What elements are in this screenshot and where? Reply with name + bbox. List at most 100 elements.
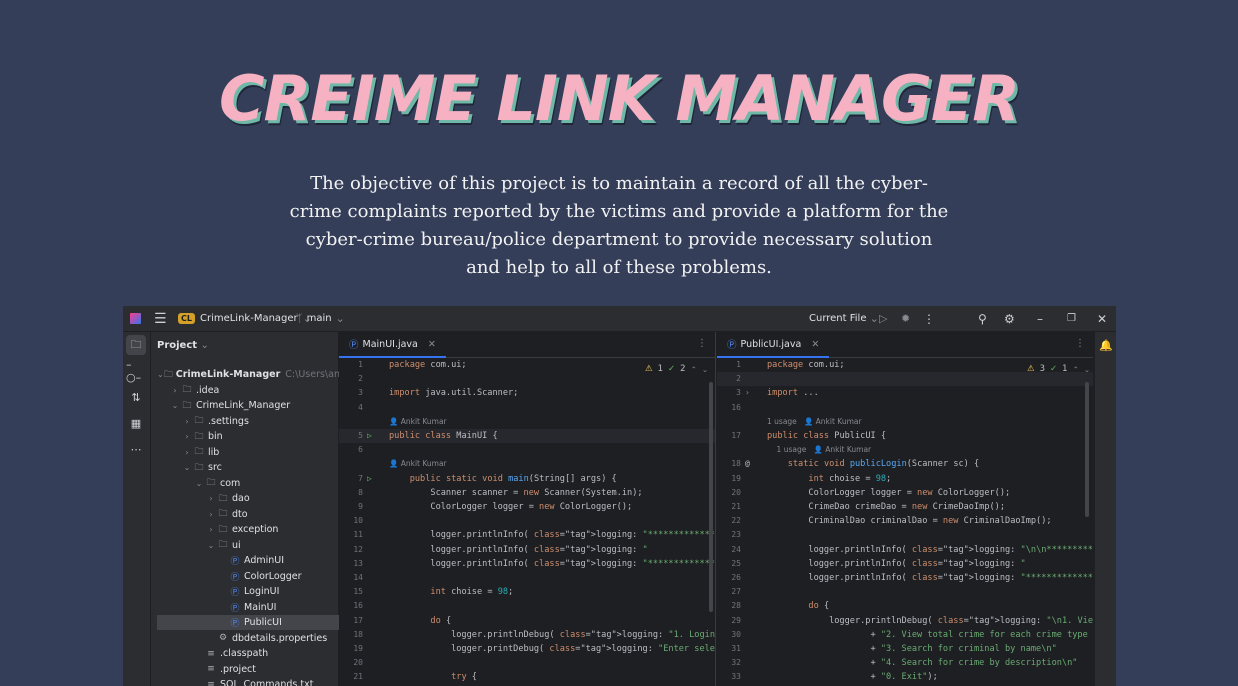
main-menu-icon[interactable]: ☰ — [154, 306, 167, 331]
more-tools-icon[interactable]: ⋯ — [126, 439, 146, 459]
code-line[interactable]: 18 logger.printlnDebug( class="tag">logg… — [339, 628, 715, 642]
notifications-icon[interactable]: 🔔 — [1096, 335, 1116, 355]
project-pane-title[interactable]: Project ⌄ — [157, 340, 209, 351]
code-line[interactable]: 31 + "3. Search for criminal by name\n" — [717, 642, 1093, 656]
more-icon[interactable]: ⋮ — [697, 338, 707, 349]
code-line[interactable]: 👤 Ankit Kumar — [339, 457, 715, 471]
code-line[interactable]: 8 Scanner scanner = new Scanner(System.i… — [339, 486, 715, 500]
expand-toggle-icon[interactable]: ⌄ — [205, 541, 217, 550]
expand-toggle-icon[interactable]: ⌄ — [169, 401, 181, 410]
code-line[interactable]: 6 — [339, 443, 715, 457]
code-line[interactable]: 16 — [339, 599, 715, 613]
restore-icon[interactable]: ❐ — [1067, 306, 1076, 331]
code-line[interactable]: 17 do { — [339, 614, 715, 628]
expand-toggle-icon[interactable]: › — [181, 417, 193, 426]
code-text: package com.ui; — [389, 360, 467, 370]
search-icon[interactable]: ⚲ — [978, 306, 987, 331]
tree-item-folder[interactable]: ⌄ 🗀 CrimeLink-Manager C:\Users\ankit\D — [151, 367, 362, 382]
code-line[interactable]: 22 CriminalDao criminalDao = new Crimina… — [717, 514, 1093, 528]
run-gutter-icon[interactable]: ▷ — [367, 472, 381, 486]
code-line[interactable]: 15 int choise = 98; — [339, 585, 715, 599]
project-selector[interactable]: CL CrimeLink-Manager ⌄ — [178, 306, 312, 331]
expand-toggle-icon[interactable]: › — [181, 448, 193, 457]
commit-icon[interactable]: –○– — [126, 358, 146, 384]
expand-toggle-icon[interactable]: › — [205, 494, 217, 503]
annotation-icon[interactable]: @ — [745, 457, 759, 471]
run-config-selector[interactable]: Current File ⌄ — [809, 306, 879, 331]
code-line[interactable]: 1 usage 👤 Ankit Kumar — [717, 415, 1093, 429]
tree-item-folder[interactable]: ⌄ 🗀 CrimeLink_Manager — [151, 398, 356, 413]
file-icon: ≡ — [207, 648, 215, 659]
tab-main-ui[interactable]: Ⓟ MainUI.java ✕ — [339, 332, 446, 358]
code-line[interactable]: 30 + "2. View total crime for each crime… — [717, 628, 1093, 642]
code-line[interactable]: 17 public class PublicUI { — [717, 429, 1093, 443]
close-icon[interactable]: ✕ — [1097, 306, 1107, 331]
code-line[interactable]: 10 — [339, 514, 715, 528]
more-actions-icon[interactable]: ⋮ — [923, 306, 935, 331]
minimize-icon[interactable]: – — [1037, 306, 1043, 331]
code-line[interactable]: 25 logger.printlnInfo( class="tag">loggi… — [717, 557, 1093, 571]
code-line[interactable]: 33 + "0. Exit"); — [717, 670, 1093, 684]
code-line[interactable]: 👤 Ankit Kumar — [339, 415, 715, 429]
code-line[interactable]: 28 do { — [717, 599, 1093, 613]
code-line[interactable]: 20 ColorLogger logger = new ColorLogger(… — [717, 486, 1093, 500]
code-line[interactable]: 1 package com.ui; — [717, 358, 1093, 372]
pull-request-icon[interactable]: ⇅ — [126, 387, 146, 407]
tree-item-folder[interactable]: › 🗀 .settings — [151, 414, 368, 429]
scrollbar[interactable] — [1085, 382, 1089, 517]
run-icon[interactable]: ▷ — [879, 306, 887, 331]
expand-toggle-icon[interactable]: ⌄ — [181, 463, 193, 472]
structure-icon[interactable]: ▦ — [126, 413, 146, 433]
code-line[interactable]: 13 logger.printlnInfo( class="tag">loggi… — [339, 557, 715, 571]
settings-icon[interactable]: ⚙ — [1004, 306, 1015, 331]
code-line[interactable]: 5 ▷ public class MainUI { — [339, 429, 715, 443]
code-line[interactable]: 32 + "4. Search for crime by description… — [717, 656, 1093, 670]
code-line[interactable]: 3 › import ... — [717, 386, 1093, 400]
code-line[interactable]: 23 — [717, 528, 1093, 542]
code-line[interactable]: 27 — [717, 585, 1093, 599]
expand-toggle-icon[interactable]: ⌄ — [157, 370, 164, 379]
close-tab-icon[interactable]: ✕ — [428, 339, 436, 350]
fold-icon[interactable]: › — [745, 386, 759, 400]
expand-toggle-icon[interactable]: › — [205, 525, 217, 534]
code-line[interactable]: 9 ColorLogger logger = new ColorLogger()… — [339, 500, 715, 514]
code-line[interactable]: 26 logger.printlnInfo( class="tag">loggi… — [717, 571, 1093, 585]
scrollbar[interactable] — [709, 382, 713, 612]
expand-toggle-icon[interactable]: › — [181, 432, 193, 441]
code-line[interactable]: 1 package com.ui; — [339, 358, 715, 372]
code-line[interactable]: 4 — [339, 401, 715, 415]
code-line[interactable]: 29 logger.printlnDebug( class="tag">logg… — [717, 614, 1093, 628]
tree-item-folder[interactable]: › 🗀 lib — [151, 445, 368, 460]
more-icon[interactable]: ⋮ — [1075, 338, 1085, 349]
expand-toggle-icon[interactable]: › — [205, 510, 217, 519]
tree-item-folder[interactable]: › 🗀 .idea — [151, 383, 356, 398]
code-line[interactable]: 19 logger.printDebug( class="tag">loggin… — [339, 642, 715, 656]
code-line[interactable]: 18 @ static void publicLogin(Scanner sc) … — [717, 457, 1093, 471]
code-line[interactable]: 24 logger.printlnInfo( class="tag">loggi… — [717, 543, 1093, 557]
expand-toggle-icon[interactable]: › — [169, 386, 181, 395]
code-line[interactable]: 7 ▷ public static void main(String[] args… — [339, 472, 715, 486]
branch-selector[interactable]: ᛉ main ⌄ — [296, 306, 345, 331]
tab-public-ui[interactable]: Ⓟ PublicUI.java ✕ — [717, 332, 830, 358]
code-line[interactable]: 20 — [339, 656, 715, 670]
debug-icon[interactable]: ✹ — [901, 306, 910, 331]
code-line[interactable]: 21 CrimeDao crimeDao = new CrimeDaoImp()… — [717, 500, 1093, 514]
close-tab-icon[interactable]: ✕ — [811, 339, 819, 350]
class-icon: Ⓟ — [349, 340, 359, 351]
code-line[interactable]: 3 import java.util.Scanner; — [339, 386, 715, 400]
folder-icon[interactable]: 🗀 — [126, 335, 146, 355]
tree-item-folder[interactable]: › 🗀 bin — [151, 429, 368, 444]
code-line[interactable]: 11 logger.printlnInfo( class="tag">loggi… — [339, 528, 715, 542]
expand-toggle-icon[interactable]: ⌄ — [193, 479, 205, 488]
code-line[interactable]: 19 int choise = 98; — [717, 472, 1093, 486]
run-gutter-icon[interactable]: ▷ — [367, 429, 381, 443]
code-line[interactable]: 2 — [339, 372, 715, 386]
tree-item-folder[interactable]: ⌄ 🗀 src — [151, 460, 368, 475]
code-line[interactable]: 16 — [717, 401, 1093, 415]
code-text: 👤 Ankit Kumar — [389, 416, 447, 426]
code-line[interactable]: 12 logger.printlnInfo( class="tag">loggi… — [339, 543, 715, 557]
code-line[interactable]: 21 try { — [339, 670, 715, 684]
code-line[interactable]: 14 — [339, 571, 715, 585]
code-line[interactable]: 1 usage 👤 Ankit Kumar — [717, 443, 1093, 457]
code-line[interactable]: 2 — [717, 372, 1093, 387]
